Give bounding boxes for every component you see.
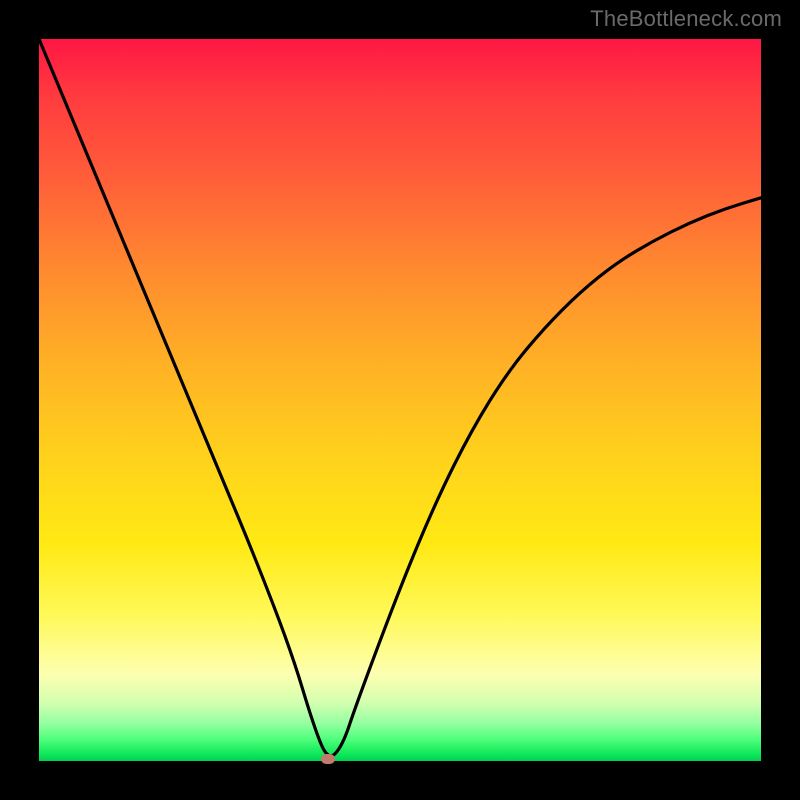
watermark-text: TheBottleneck.com: [590, 6, 782, 32]
curve-path: [39, 39, 761, 756]
optimal-point-marker: [321, 754, 335, 764]
bottleneck-curve: [39, 39, 761, 761]
plot-area: [39, 39, 761, 761]
chart-frame: TheBottleneck.com: [0, 0, 800, 800]
